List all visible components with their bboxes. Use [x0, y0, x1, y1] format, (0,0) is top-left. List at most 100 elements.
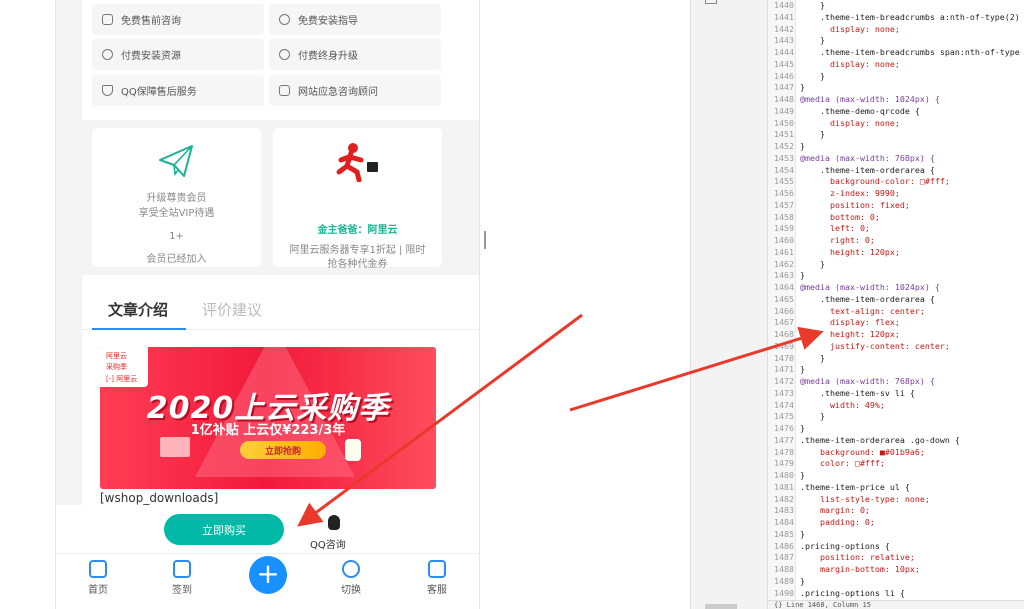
code-line[interactable]: 1486 .pricing-options {	[768, 541, 890, 553]
vip-card[interactable]: 升级尊贵会员 享受全站VIP待遇 1+ 会员已经加入	[92, 128, 261, 267]
pane-resize-handle[interactable]	[484, 231, 486, 249]
line-number: 1488	[774, 564, 794, 574]
code-line[interactable]: 1457 position: fixed;	[768, 200, 910, 212]
buy-now-button[interactable]: 立即购买	[164, 514, 284, 545]
code-line[interactable]: 1483 margin: 0;	[768, 505, 870, 517]
code-line[interactable]: 1480}	[768, 470, 805, 482]
service-label: 付费终身升级	[298, 51, 358, 62]
code-line[interactable]: 1451 }	[768, 129, 825, 141]
code-line[interactable]: 1477 .theme-item-orderarea .go-down {	[768, 435, 960, 447]
code-line[interactable]: 1452}	[768, 141, 805, 153]
line-number: 1466	[774, 305, 794, 316]
service-item-paid-install[interactable]: 付费安装资源	[92, 39, 264, 70]
code-line[interactable]: 1441 .theme-item-breadcrumbs a:nth-of-ty…	[768, 12, 1020, 24]
line-number: 1469	[774, 340, 794, 351]
nav-switch[interactable]: 切换	[321, 560, 381, 596]
service-item-presale[interactable]: 免费售前咨询	[92, 4, 264, 35]
code-line[interactable]: 1445 display: none;	[768, 59, 900, 71]
code-line[interactable]: 1490 .pricing-options li {	[768, 588, 905, 600]
code-line[interactable]: 1456 z-index: 9990;	[768, 188, 900, 200]
code-line[interactable]: 1471}	[768, 364, 805, 376]
code-line[interactable]: 1467 display: flex;	[768, 317, 900, 329]
code-line[interactable]: 1453 @media (max-width: 768px) {	[768, 153, 935, 165]
line-number: 1478	[774, 446, 794, 457]
code-line[interactable]: 1489}	[768, 576, 805, 588]
code-line[interactable]: 1485}	[768, 529, 805, 541]
qq-consult-label[interactable]: QQ咨询	[310, 536, 346, 551]
code-line[interactable]: 1464 @media (max-width: 1024px) {	[768, 282, 940, 294]
line-number: 1463	[774, 270, 794, 281]
promo-banner[interactable]: 阿里云 采购季 [-] 阿里云 2020上云采购季 1亿补贴 上云仅¥223/3…	[100, 347, 436, 489]
line-number: 1450	[774, 117, 794, 128]
code-line[interactable]: 1443 }	[768, 35, 825, 47]
service-item-qq-support[interactable]: QQ保障售后服务	[92, 75, 264, 106]
mobile-preview: 免费售前咨询 免费安装指导 付费安装资源 付费终身升级 QQ保障售后服务 网站应…	[55, 0, 480, 609]
aliyun-line-2: 抢各种代金券	[327, 259, 388, 270]
code-line[interactable]: 1459 left: 0;	[768, 223, 870, 235]
code-line[interactable]: 1454 .theme-item-orderarea {	[768, 165, 935, 177]
banner-cubes	[160, 437, 190, 457]
code-text: }	[800, 470, 805, 480]
service-label: QQ保障售后服务	[121, 87, 197, 98]
code-line[interactable]: 1447}	[768, 82, 805, 94]
code-line[interactable]: 1476}	[768, 423, 805, 435]
tab-article-intro[interactable]: 文章介绍	[108, 299, 168, 320]
code-line[interactable]: 1478 background: ■#01b9a6;	[768, 447, 925, 459]
code-line[interactable]: 1446 }	[768, 71, 825, 83]
code-line[interactable]: 1470 }	[768, 353, 825, 365]
service-label: 免费售前咨询	[121, 16, 181, 27]
code-line[interactable]: 1455 background-color: □#fff;	[768, 176, 950, 188]
code-line[interactable]: 1484 padding: 0;	[768, 517, 875, 529]
code-line[interactable]: 1474 width: 49%;	[768, 400, 885, 412]
code-text: .theme-item-price ul {	[800, 481, 910, 492]
code-text: background: ■#01b9a6;	[800, 446, 925, 457]
code-line[interactable]: 1449 .theme-demo-qrcode {	[768, 106, 920, 118]
line-number: 1443	[774, 35, 794, 46]
code-text: list-style-type: none;	[800, 493, 930, 504]
code-line[interactable]: 1475 }	[768, 411, 825, 423]
scrollbar[interactable]	[705, 604, 737, 609]
nav-checkin[interactable]: 签到	[152, 560, 212, 596]
plus-button[interactable]: +	[249, 556, 287, 594]
grab-now-button[interactable]: 立即抢购	[240, 441, 326, 459]
code-line[interactable]: 1461 height: 120px;	[768, 247, 900, 259]
code-line[interactable]: 1473 .theme-item-sv li {	[768, 388, 915, 400]
nav-label: 签到	[172, 585, 192, 596]
code-line[interactable]: 1458 bottom: 0;	[768, 212, 880, 224]
code-line[interactable]: 1472 @media (max-width: 768px) {	[768, 376, 935, 388]
code-line[interactable]: 1448 @media (max-width: 1024px) {	[768, 94, 940, 106]
code-line[interactable]: 1442 display: none;	[768, 24, 900, 36]
code-line[interactable]: 1463}	[768, 270, 805, 282]
nav-support[interactable]: 客服	[407, 560, 467, 596]
code-line[interactable]: 1479 color: □#fff;	[768, 458, 885, 470]
code-line[interactable]: 1444 .theme-item-breadcrumbs span:nth-of…	[768, 47, 1020, 59]
qq-penguin-icon[interactable]	[328, 515, 340, 530]
css-editor[interactable]: 1440 } 1441 .theme-item-breadcrumbs a:nth…	[767, 0, 1024, 609]
tab-reviews[interactable]: 评价建议	[202, 299, 262, 320]
code-line[interactable]: 1460 right: 0;	[768, 235, 875, 247]
panel-tab[interactable]	[705, 0, 717, 4]
code-line[interactable]: 1440 }	[768, 0, 825, 12]
service-item-emergency[interactable]: 网站应急咨询顾问	[269, 75, 441, 106]
service-item-install-guide[interactable]: 免费安装指导	[269, 4, 441, 35]
code-text: .theme-item-orderarea {	[800, 293, 935, 304]
code-line[interactable]: 1469 justify-content: center;	[768, 341, 950, 353]
service-grid: 免费售前咨询 免费安装指导 付费安装资源 付费终身升级 QQ保障售后服务 网站应…	[82, 0, 479, 120]
code-line[interactable]: 1450 display: none;	[768, 118, 900, 130]
code-text: right: 0;	[800, 235, 875, 245]
code-text: }	[800, 0, 825, 10]
service-item-lifetime-upgrade[interactable]: 付费终身升级	[269, 39, 441, 70]
line-number: 1455	[774, 176, 794, 187]
code-line[interactable]: 1481 .theme-item-price ul {	[768, 482, 910, 494]
code-line[interactable]: 1462 }	[768, 259, 825, 271]
code-line[interactable]: 1465 .theme-item-orderarea {	[768, 294, 935, 306]
nav-home[interactable]: 首页	[68, 560, 128, 596]
code-line[interactable]: 1482 list-style-type: none;	[768, 494, 930, 506]
code-line[interactable]: 1468 height: 120px;	[768, 329, 900, 341]
line-number: 1449	[774, 105, 794, 116]
code-line[interactable]: 1487 position: relative;	[768, 552, 915, 564]
code-line[interactable]: 1488 margin-bottom: 10px;	[768, 564, 920, 576]
aliyun-card[interactable]: 金主爸爸：阿里云 阿里云服务器专享1折起 | 限时 抢各种代金券	[273, 128, 442, 270]
member-count: 1+	[169, 231, 184, 242]
code-line[interactable]: 1466 text-align: center;	[768, 306, 925, 318]
